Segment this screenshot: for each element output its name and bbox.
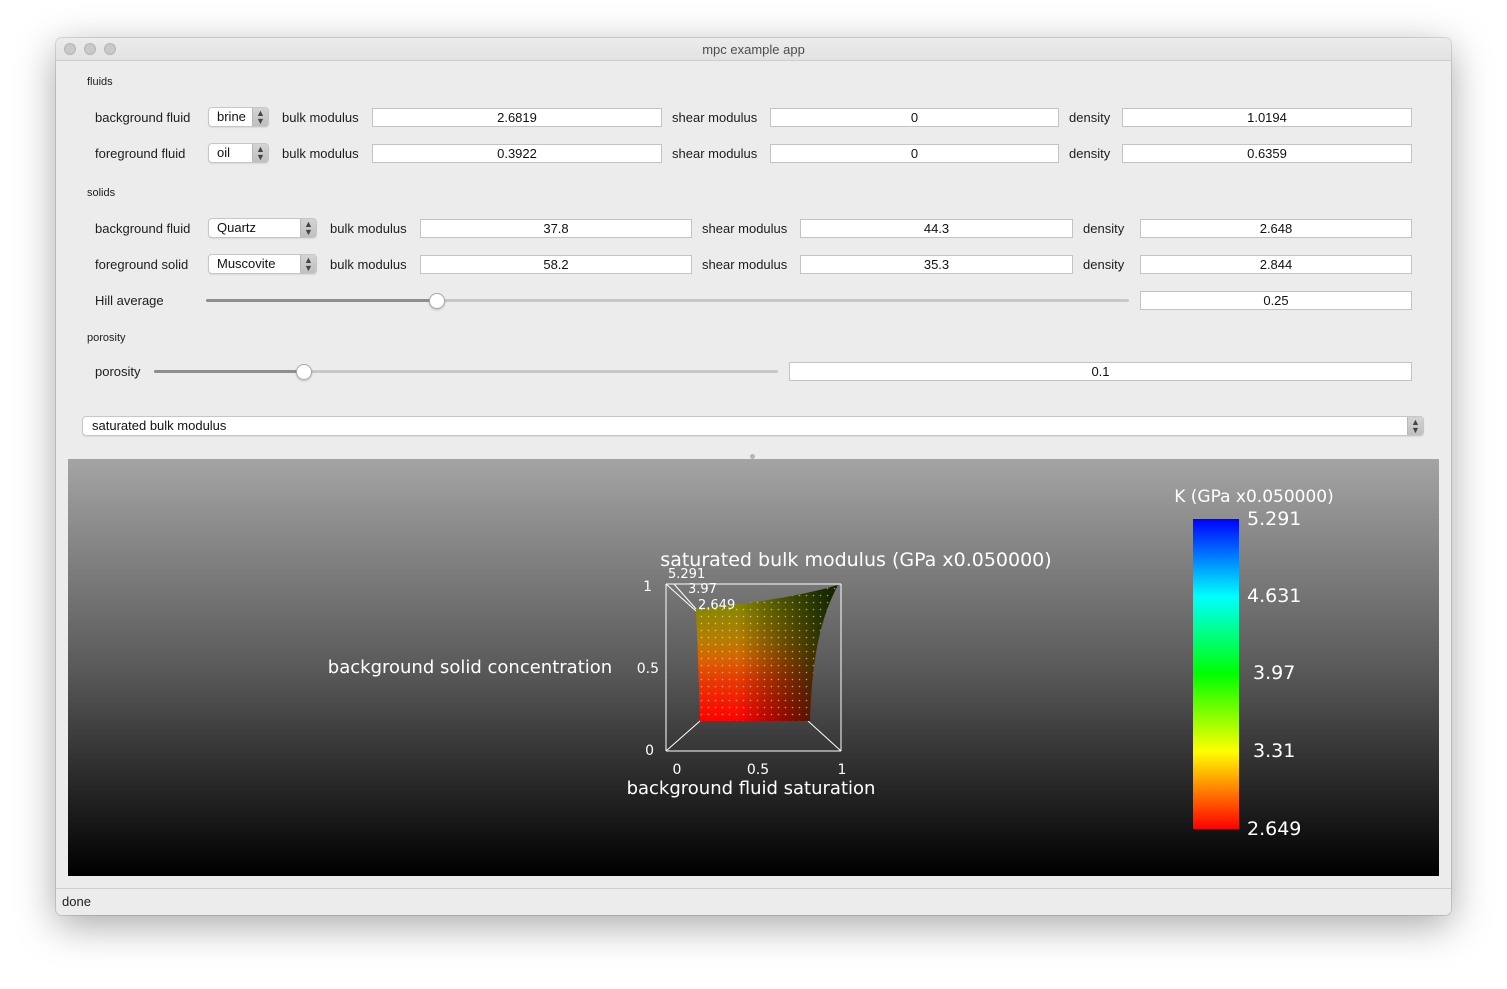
bg-fluid-shear-field[interactable]: 0 (770, 108, 1059, 127)
property-select[interactable]: saturated bulk modulus ▲ ▼ (82, 416, 1424, 436)
fg-solid-density-label: density (1083, 257, 1125, 272)
box-edge (665, 720, 701, 752)
background-solid-select[interactable]: Quartz ▲ ▼ (208, 218, 317, 238)
status-bar: done (56, 888, 1451, 915)
fg-fluid-shear-label: shear modulus (672, 146, 758, 161)
fluids-section-label: fluids (87, 76, 113, 88)
contour-label: 3.97 (688, 582, 717, 597)
x-tick-label: 1 (838, 762, 847, 778)
bg-fluid-bulk-field[interactable]: 2.6819 (372, 108, 662, 127)
updown-chevron-icon: ▲ ▼ (1407, 417, 1423, 435)
property-select-value: saturated bulk modulus (92, 418, 227, 433)
colorbar-title: K (GPa x0.050000) (1174, 487, 1333, 507)
bg-fluid-density-label: density (1069, 110, 1111, 125)
colorbar-gradient (1193, 519, 1239, 829)
background-solid-select-value: Quartz (217, 220, 257, 235)
app-window: mpc example app fluids background fluid … (56, 38, 1451, 915)
fg-fluid-density-field[interactable]: 0.6359 (1122, 144, 1412, 163)
hill-average-label: Hill average (95, 293, 164, 308)
x-axis-label: background fluid saturation (627, 778, 876, 799)
x-ticks: 0 0.5 1 (673, 762, 847, 778)
porosity-slider-fill (154, 370, 304, 373)
updown-chevron-icon: ▲ ▼ (252, 144, 268, 162)
foreground-fluid-select-value: oil (217, 145, 231, 160)
title-bar: mpc example app (56, 38, 1451, 61)
foreground-solid-label: foreground solid (95, 257, 189, 272)
y-ticks: 1 0.5 0 (637, 579, 659, 759)
fg-fluid-density-label: density (1069, 146, 1111, 161)
foreground-fluid-select[interactable]: oil ▲ ▼ (208, 143, 269, 163)
render-svg: saturated bulk modulus (GPa x0.050000) 5… (328, 487, 1334, 840)
background-fluid-select[interactable]: brine ▲ ▼ (208, 107, 269, 127)
colorbar-tick-label: 3.31 (1253, 740, 1295, 762)
x-tick-label: 0.5 (747, 762, 769, 778)
porosity-label: porosity (95, 364, 141, 379)
bg-fluid-bulk-label: bulk modulus (282, 110, 359, 125)
updown-chevron-icon: ▲ ▼ (252, 108, 268, 126)
background-fluid-select-value: brine (217, 109, 246, 124)
colorbar-tick-label: 4.631 (1247, 585, 1301, 607)
bg-solid-shear-field[interactable]: 44.3 (800, 219, 1073, 238)
porosity-field[interactable]: 0.1 (789, 362, 1412, 381)
hill-average-slider-thumb[interactable] (429, 293, 445, 309)
bg-solid-shear-label: shear modulus (702, 221, 788, 236)
background-fluid-label: background fluid (95, 110, 191, 125)
plot-title: saturated bulk modulus (GPa x0.050000) (660, 549, 1051, 571)
foreground-fluid-label: foreground fluid (95, 146, 186, 161)
bg-solid-bulk-field[interactable]: 37.8 (420, 219, 692, 238)
y-axis-label: background solid concentration (328, 657, 612, 678)
bg-solid-density-label: density (1083, 221, 1125, 236)
fg-solid-shear-field[interactable]: 35.3 (800, 255, 1073, 274)
bg-solid-density-field[interactable]: 2.648 (1140, 219, 1412, 238)
x-tick-label: 0 (673, 762, 682, 778)
y-tick-label: 0.5 (637, 661, 659, 677)
updown-chevron-icon: ▲ ▼ (300, 219, 316, 237)
background-solid-label: background fluid (95, 221, 191, 236)
fg-fluid-shear-field[interactable]: 0 (770, 144, 1059, 163)
porosity-slider-thumb[interactable] (296, 364, 312, 380)
hill-average-field[interactable]: 0.25 (1140, 291, 1412, 310)
fg-fluid-bulk-field[interactable]: 0.3922 (372, 144, 662, 163)
foreground-solid-select[interactable]: Muscovite ▲ ▼ (208, 254, 317, 274)
bg-solid-bulk-label: bulk modulus (330, 221, 407, 236)
render-view[interactable]: saturated bulk modulus (GPa x0.050000) 5… (68, 459, 1439, 876)
y-tick-label: 0 (645, 743, 654, 759)
updown-chevron-icon: ▲ ▼ (300, 255, 316, 273)
hill-average-slider-fill (206, 299, 437, 302)
porosity-section-label: porosity (87, 332, 126, 344)
colorbar-tick-label: 3.97 (1253, 662, 1295, 684)
window-title: mpc example app (702, 42, 805, 57)
contour-label: 2.649 (698, 598, 735, 613)
bg-fluid-shear-label: shear modulus (672, 110, 758, 125)
fg-solid-shear-label: shear modulus (702, 257, 788, 272)
contour-label: 5.291 (668, 567, 705, 582)
status-text: done (62, 894, 91, 909)
fg-solid-bulk-label: bulk modulus (330, 257, 407, 272)
bg-fluid-density-field[interactable]: 1.0194 (1122, 108, 1412, 127)
solids-section-label: solids (87, 187, 116, 199)
foreground-solid-select-value: Muscovite (217, 256, 276, 271)
fg-fluid-bulk-label: bulk modulus (282, 146, 359, 161)
colorbar-tick-label: 5.291 (1247, 508, 1301, 530)
colorbar-tick-label: 2.649 (1247, 818, 1301, 840)
fg-solid-density-field[interactable]: 2.844 (1140, 255, 1412, 274)
box-edge (807, 720, 842, 752)
y-tick-label: 1 (643, 579, 652, 595)
fg-solid-bulk-field[interactable]: 58.2 (420, 255, 692, 274)
